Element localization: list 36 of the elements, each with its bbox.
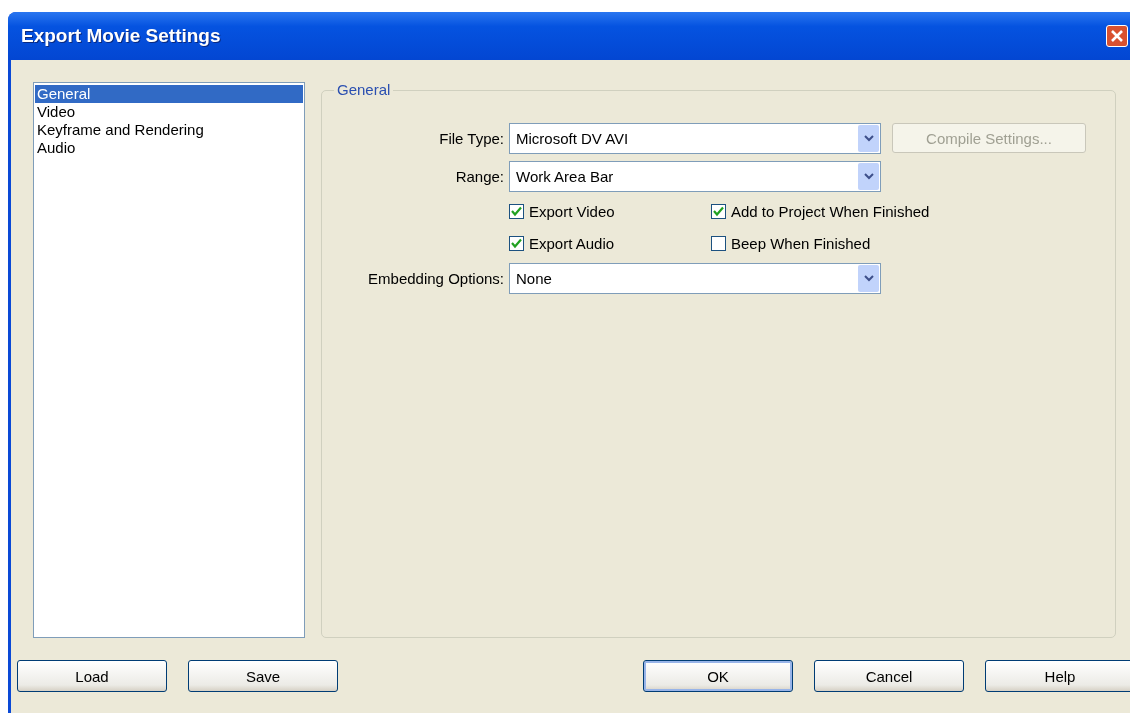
dialog-button[interactable]: Save: [188, 660, 338, 692]
checkbox-label[interactable]: Export Audio: [529, 234, 615, 252]
dropdown-button[interactable]: [858, 124, 879, 152]
close-button[interactable]: [1106, 25, 1128, 47]
chevron-icon: [863, 172, 874, 180]
window-title: Export Movie Settings: [20, 25, 221, 47]
dialog-button[interactable]: Load: [17, 660, 167, 692]
field-label: Embedding Options:: [367, 269, 505, 287]
check-icon: [713, 205, 724, 217]
checkbox-label[interactable]: Add to Project When Finished: [731, 202, 930, 220]
list-item[interactable]: Audio: [35, 139, 303, 157]
dropdown[interactable]: Microsoft DV AVI: [509, 122, 881, 154]
check-icon: [511, 237, 522, 249]
group-title: General: [334, 81, 394, 98]
checkbox[interactable]: [711, 235, 726, 251]
dialog-button[interactable]: Cancel: [814, 660, 964, 692]
dropdown-button[interactable]: [858, 264, 879, 292]
list-item[interactable]: Video: [35, 103, 303, 121]
field-label: File Type:: [438, 129, 505, 147]
dialog-button[interactable]: Help: [985, 660, 1130, 692]
close-icon: [1110, 29, 1124, 43]
check-icon: [511, 205, 522, 217]
dialog-button[interactable]: OK: [643, 660, 793, 692]
field-label: Range:: [454, 167, 505, 185]
chevron-icon: [863, 274, 874, 282]
dropdown-button[interactable]: [858, 162, 879, 190]
checkbox-label[interactable]: Export Video: [529, 202, 615, 220]
checkbox-label[interactable]: Beep When Finished: [731, 234, 871, 252]
list-item[interactable]: Keyframe and Rendering: [35, 121, 303, 139]
dropdown[interactable]: Work Area Bar: [509, 160, 881, 192]
dropdown[interactable]: None: [509, 262, 881, 294]
checkbox[interactable]: [711, 203, 726, 219]
list-item[interactable]: General: [35, 85, 303, 103]
checkbox[interactable]: [509, 203, 524, 219]
chevron-icon: [863, 134, 874, 142]
checkbox[interactable]: [509, 235, 524, 251]
